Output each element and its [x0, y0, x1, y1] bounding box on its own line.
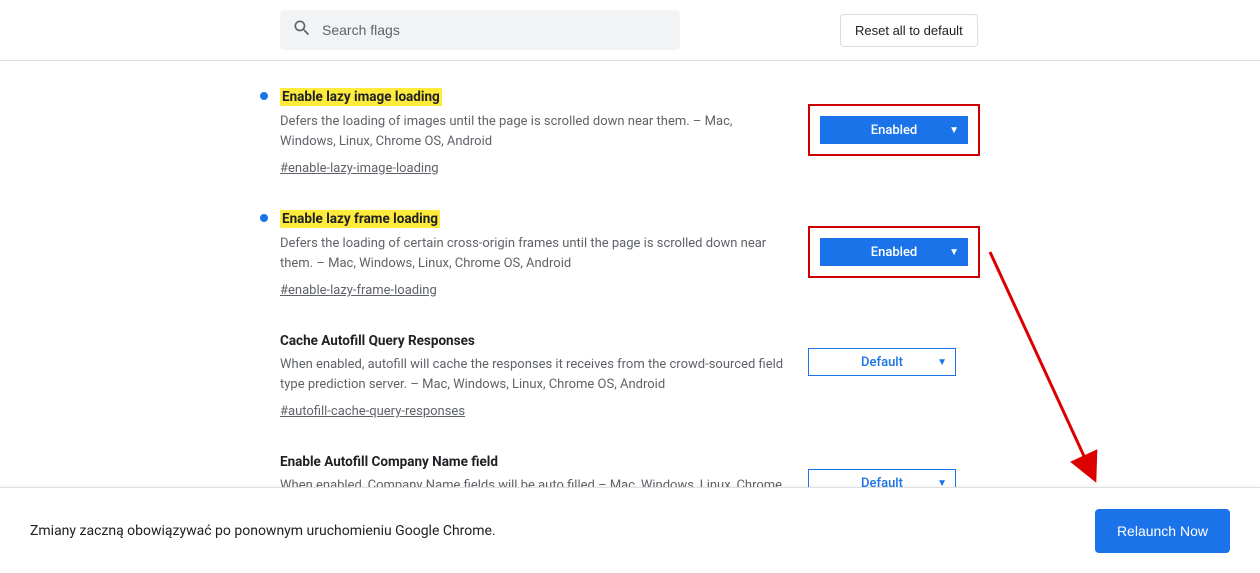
chevron-down-icon: ▼ [949, 247, 959, 258]
flag-title: Enable lazy image loading [280, 88, 442, 106]
flag-row: Enable lazy frame loading Defers the loa… [260, 208, 980, 298]
flag-row: Enable lazy image loading Defers the loa… [260, 86, 980, 176]
topbar: Reset all to default [0, 0, 1260, 61]
restart-message: Zmiany zaczną obowiązywać po ponownym ur… [30, 523, 496, 539]
flag-title: Enable Autofill Company Name field [280, 454, 498, 470]
flag-title: Enable lazy frame loading [280, 210, 440, 228]
flag-state-select[interactable]: Enabled ▼ [820, 238, 968, 266]
flags-list: Enable lazy image loading Defers the loa… [0, 61, 1260, 540]
flag-description: Defers the loading of certain cross-orig… [280, 234, 788, 273]
annotation-box: Enabled ▼ [808, 104, 980, 156]
search-input[interactable] [322, 22, 668, 38]
annotation-box: Enabled ▼ [808, 226, 980, 278]
relaunch-bar: Zmiany zaczną obowiązywać po ponownym ur… [0, 487, 1260, 573]
select-label: Enabled [871, 123, 918, 138]
flag-state-select[interactable]: Default ▼ [808, 348, 956, 376]
search-box[interactable] [280, 10, 680, 50]
select-label: Default [861, 355, 903, 370]
search-icon [292, 18, 312, 42]
reset-all-button[interactable]: Reset all to default [840, 14, 978, 47]
chevron-down-icon: ▼ [949, 125, 959, 136]
modified-dot-icon [260, 214, 268, 222]
flag-hash-link[interactable]: #enable-lazy-image-loading [280, 161, 439, 176]
flag-state-select[interactable]: Enabled ▼ [820, 116, 968, 144]
modified-dot-icon [260, 92, 268, 100]
relaunch-button[interactable]: Relaunch Now [1095, 509, 1230, 553]
flag-row: Cache Autofill Query Responses When enab… [260, 330, 980, 419]
chevron-down-icon: ▼ [937, 357, 947, 368]
select-label: Enabled [871, 245, 918, 260]
flag-hash-link[interactable]: #enable-lazy-frame-loading [280, 283, 437, 298]
flag-description: When enabled, autofill will cache the re… [280, 355, 788, 394]
flag-title: Cache Autofill Query Responses [280, 333, 475, 349]
flag-description: Defers the loading of images until the p… [280, 112, 788, 151]
flag-hash-link[interactable]: #autofill-cache-query-responses [280, 404, 465, 419]
